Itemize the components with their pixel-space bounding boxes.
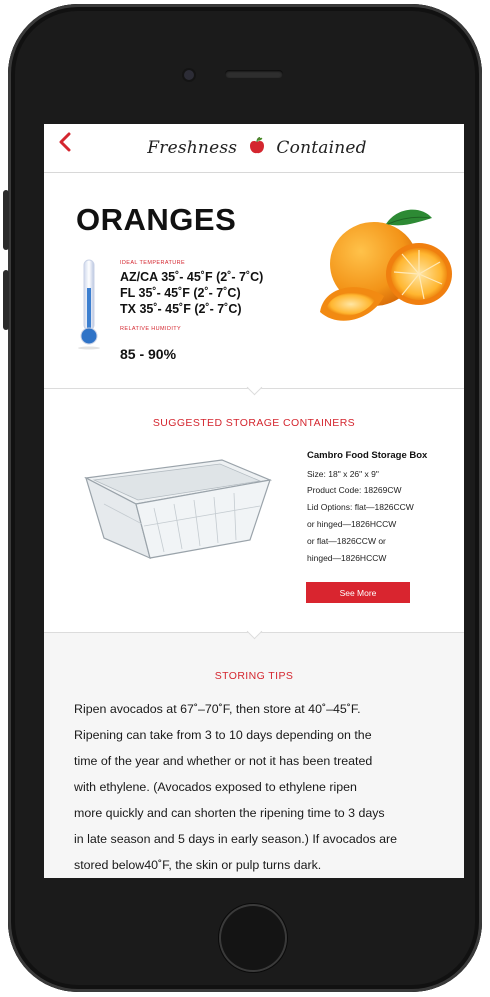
tips-line: more quickly and can shorten the ripenin… <box>74 806 385 820</box>
earpiece-speaker <box>225 70 283 78</box>
container-name: Cambro Food Storage Box <box>307 450 428 461</box>
spec-size: Size: 18" x 26" x 9" <box>307 469 379 479</box>
product-title: ORANGES <box>76 202 237 237</box>
tips-line: Ripening can take from 3 to 10 days depe… <box>74 728 372 742</box>
divider-notch <box>246 379 263 396</box>
spec-lid-options-4: hinged—1826HCCW <box>307 553 387 563</box>
see-more-button[interactable]: See More <box>306 582 410 603</box>
volume-up-button <box>3 190 9 250</box>
home-button[interactable] <box>219 904 287 972</box>
temp-az-ca: AZ/CA 35˚- 45˚F (2˚- 7˚C) <box>120 270 264 284</box>
thermometer-icon <box>78 259 100 350</box>
temp-tx: TX 35˚- 45˚F (2˚- 7˚C) <box>120 302 242 316</box>
app-screen: Freshness Contained ORANGES IDEAL TEMPER… <box>44 124 464 878</box>
title-right: Contained <box>276 138 367 158</box>
tips-line: stored below40˚F, the skin or pulp turns… <box>74 858 322 872</box>
spec-lid-options-3: or flat—1826CCW or <box>307 536 386 546</box>
app-title: Freshness Contained <box>142 136 372 160</box>
tips-line: in late season and 5 days in early seaso… <box>74 832 398 846</box>
spec-product-code: Product Code: 18269CW <box>307 485 402 495</box>
title-left: Freshness <box>147 138 238 158</box>
tips-heading: STORING TIPS <box>214 670 294 682</box>
humidity-value: 85 - 90% <box>120 346 177 362</box>
tips-line: Ripen avocados at 67˚–70˚F, then store a… <box>74 702 361 716</box>
front-camera-icon <box>184 70 194 80</box>
tips-text: Ripen avocados at 67˚–70˚F, then store a… <box>74 696 442 878</box>
storage-box-image <box>84 459 273 560</box>
humidity-label: RELATIVE HUMIDITY <box>120 326 182 332</box>
oranges-image <box>320 209 452 321</box>
apple-icon <box>249 136 265 160</box>
app-header: Freshness Contained <box>44 124 464 173</box>
tips-line: time of the year and whether or not it h… <box>74 754 373 768</box>
spec-lid-options-2: or hinged—1826HCCW <box>307 519 397 529</box>
spec-lid-options: Lid Options: flat—1826CCW <box>307 502 414 512</box>
volume-down-button <box>3 270 9 330</box>
chevron-left-icon <box>59 132 71 152</box>
containers-heading: SUGGESTED STORAGE CONTAINERS <box>152 417 356 429</box>
temp-fl: FL 35˚- 45˚F (2˚- 7˚C) <box>120 286 241 300</box>
tips-line: with ethylene. (Avocados exposed to ethy… <box>74 780 357 794</box>
back-button[interactable] <box>52 132 78 158</box>
ideal-temp-label: IDEAL TEMPERATURE <box>120 260 186 266</box>
